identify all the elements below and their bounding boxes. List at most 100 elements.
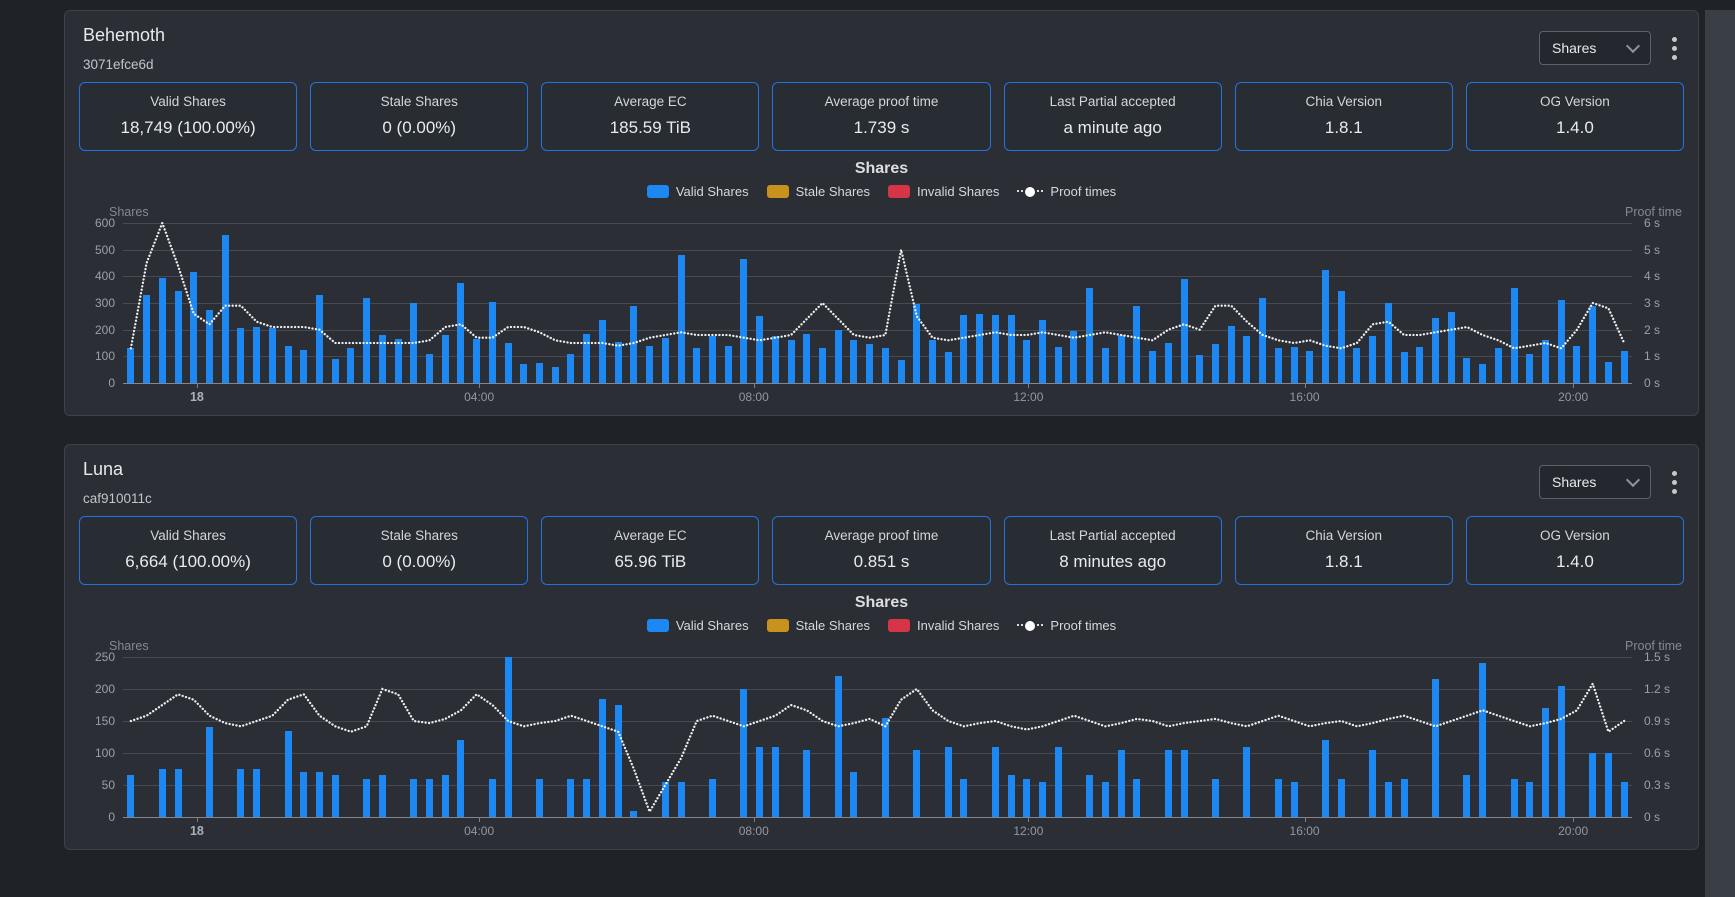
chart-type-select-value: Shares	[1552, 474, 1596, 490]
x-axis-tick	[197, 817, 198, 822]
harvester-panel-behemoth: Behemoth 3071efce6d Shares Valid Shares 1…	[64, 10, 1699, 416]
chevron-down-icon	[1626, 473, 1640, 487]
y-axis-tick: 1.2 s	[1644, 682, 1670, 696]
x-axis-tick	[754, 383, 755, 388]
legend-swatch	[888, 619, 910, 632]
stat-label: Average EC	[546, 94, 754, 109]
x-axis-tick	[479, 817, 480, 822]
launcher-id: caf910011c	[83, 491, 152, 506]
x-axis-label: 08:00	[739, 390, 769, 404]
stat-value: 1.8.1	[1240, 118, 1448, 138]
y-axis-tick: 200	[95, 323, 115, 337]
proof-times-dot	[1023, 185, 1037, 199]
legend-item[interactable]: Invalid Shares	[888, 184, 999, 199]
stat-label: OG Version	[1471, 528, 1679, 543]
proof-times-swatch	[1017, 190, 1043, 192]
x-axis-label: 08:00	[739, 824, 769, 838]
legend-label: Proof times	[1050, 184, 1116, 199]
y-axis-tick: 500	[95, 243, 115, 257]
panel-header: Behemoth 3071efce6d Shares	[65, 11, 1698, 78]
legend-label: Valid Shares	[676, 618, 749, 633]
proof-times-dot	[1023, 619, 1037, 633]
x-axis: 1804:0008:0012:0016:0020:00	[123, 817, 1632, 841]
stat-label: Valid Shares	[84, 94, 292, 109]
stat-card: Valid Shares 18,749 (100.00%)	[79, 82, 297, 151]
legend-item[interactable]: Stale Shares	[767, 618, 870, 633]
x-axis-label: 04:00	[464, 824, 494, 838]
chart-type-select-value: Shares	[1552, 40, 1596, 56]
stat-card: Chia Version 1.8.1	[1235, 516, 1453, 585]
y-axis-tick: 4 s	[1644, 269, 1660, 283]
y-axis-tick: 50	[102, 778, 115, 792]
x-axis-label: 18	[190, 824, 204, 838]
proof-times-line	[123, 657, 1632, 817]
stat-label: Valid Shares	[84, 528, 292, 543]
x-axis-tick	[1573, 817, 1574, 822]
y-axis-tick: 100	[95, 746, 115, 760]
kebab-menu-icon[interactable]	[1667, 32, 1682, 65]
y-axis-tick: 3 s	[1644, 296, 1660, 310]
x-axis-label: 20:00	[1558, 824, 1588, 838]
x-axis-label: 20:00	[1558, 390, 1588, 404]
legend-label: Invalid Shares	[917, 184, 999, 199]
stats-row: Valid Shares6,664 (100.00%)Stale Shares0…	[65, 512, 1698, 591]
legend-item[interactable]: Valid Shares	[647, 618, 749, 633]
axis-titles: Shares Proof time	[65, 199, 1698, 223]
x-axis-label: 16:00	[1290, 824, 1320, 838]
launcher-id: 3071efce6d	[83, 57, 165, 72]
stat-card: Average proof time1.739 s	[772, 82, 990, 151]
legend-item[interactable]: Invalid Shares	[888, 618, 999, 633]
stat-value: 1.8.1	[1240, 552, 1448, 572]
y-axis-tick: 6 s	[1644, 216, 1660, 230]
chart-legend: Valid Shares Stale Shares Invalid Shares Pr…	[65, 617, 1698, 633]
shares-chart: 250200150100500 1.5 s1.2 s0.9 s0.6 s0.3 …	[65, 657, 1698, 841]
legend-label: Stale Shares	[796, 618, 870, 633]
legend-item[interactable]: Proof times	[1017, 184, 1116, 199]
stats-row: Valid Shares 18,749 (100.00%) Stale Shares…	[65, 78, 1698, 157]
stat-value: 1.4.0	[1471, 552, 1679, 572]
y-axis-tick: 600	[95, 216, 115, 230]
stat-card: Valid Shares6,664 (100.00%)	[79, 516, 297, 585]
stat-label: Stale Shares	[315, 94, 523, 109]
chart-plot	[123, 223, 1632, 383]
stat-card: OG Version1.4.0	[1466, 82, 1684, 151]
y-axis-tick: 0.3 s	[1644, 778, 1670, 792]
legend-swatch	[767, 619, 789, 632]
legend-item[interactable]: Valid Shares	[647, 184, 749, 199]
stat-card: Average EC65.96 TiB	[541, 516, 759, 585]
kebab-menu-icon[interactable]	[1667, 466, 1682, 499]
stat-card: Last Partial accepteda minute ago	[1004, 82, 1222, 151]
legend-label: Proof times	[1050, 618, 1116, 633]
panel-title: Behemoth	[83, 25, 165, 46]
stat-label: Average proof time	[777, 528, 985, 543]
stat-value: 8 minutes ago	[1009, 552, 1217, 572]
x-axis-label: 04:00	[464, 390, 494, 404]
legend-item[interactable]: Proof times	[1017, 618, 1116, 633]
x-axis-tick	[1028, 817, 1029, 822]
legend-item[interactable]: Stale Shares	[767, 184, 870, 199]
x-axis-label: 18	[190, 390, 204, 404]
x-axis-tick	[1573, 383, 1574, 388]
stat-card: Stale Shares0 (0.00%)	[310, 516, 528, 585]
chart-title: Shares	[65, 594, 1698, 612]
y-axis-tick: 250	[95, 650, 115, 664]
y-axis-tick: 1 s	[1644, 349, 1660, 363]
x-axis-tick	[1305, 383, 1306, 388]
stat-label: Last Partial accepted	[1009, 528, 1217, 543]
y-axis-tick: 150	[95, 714, 115, 728]
stat-value: 0 (0.00%)	[315, 552, 523, 572]
x-axis-label: 12:00	[1013, 390, 1043, 404]
panel-header: Luna caf910011c Shares	[65, 445, 1698, 512]
scrollbar-track[interactable]	[1705, 10, 1735, 897]
stat-value: 18,749 (100.00%)	[84, 118, 292, 138]
chart-type-select[interactable]: Shares	[1539, 465, 1651, 499]
stat-card: Stale Shares0 (0.00%)	[310, 82, 528, 151]
y-axis-tick: 0	[108, 810, 115, 824]
stat-label: Chia Version	[1240, 528, 1448, 543]
x-axis-tick	[754, 817, 755, 822]
chart-type-select[interactable]: Shares	[1539, 31, 1651, 65]
stat-value: 65.96 TiB	[546, 552, 754, 572]
harvester-panel-luna: Luna caf910011c Shares Valid Shares6,664…	[64, 444, 1699, 850]
proof-times-swatch	[1017, 624, 1043, 626]
axis-titles: Shares Proof time	[65, 633, 1698, 657]
